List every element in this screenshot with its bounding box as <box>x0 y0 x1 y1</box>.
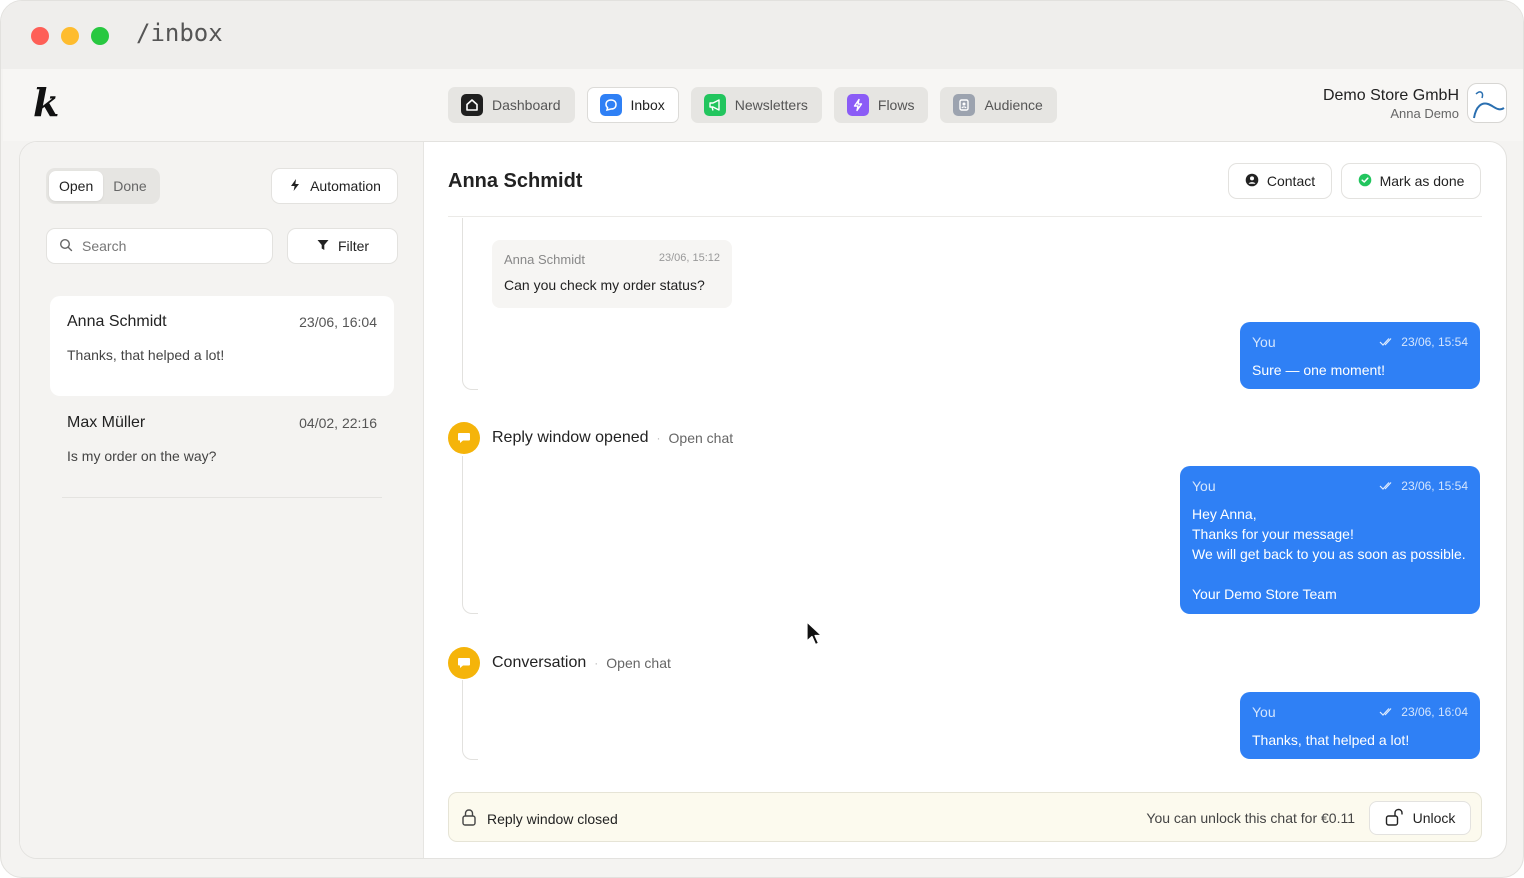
store-avatar[interactable] <box>1467 83 1507 123</box>
message-time: 23/06, 16:04 <box>1401 705 1468 719</box>
conversation-name: Anna Schmidt <box>67 313 167 330</box>
lightning-icon <box>846 94 869 116</box>
contacts-icon <box>953 94 976 116</box>
nav-newsletters-label: Newsletters <box>734 97 808 113</box>
app-window: /inbox k Dashboard Inbox Newsletters Flo… <box>0 0 1524 878</box>
event-reply-window-opened: Reply window opened · Open chat <box>448 422 733 454</box>
incoming-message: Anna Schmidt 23/06, 15:12 Can you check … <box>492 240 732 308</box>
double-check-icon <box>1379 482 1392 490</box>
nav-audience[interactable]: Audience <box>940 87 1057 123</box>
conversation-preview: Thanks, that helped a lot! <box>67 347 225 363</box>
message-text: Thanks, that helped a lot! <box>1252 732 1410 748</box>
nav-flows[interactable]: Flows <box>833 87 929 123</box>
conversation-item[interactable]: Max Müller 04/02, 22:16 Is my order on t… <box>50 397 394 497</box>
event-title: Reply window opened <box>492 429 649 446</box>
home-icon <box>461 94 483 116</box>
filter-button[interactable]: Filter <box>287 228 398 264</box>
tab-open[interactable]: Open <box>49 171 104 201</box>
user-icon <box>1245 173 1259 190</box>
event-title: Conversation <box>492 654 587 671</box>
automation-button[interactable]: Automation <box>271 168 398 204</box>
nav-inbox-label: Inbox <box>630 97 665 113</box>
message-time: 23/06, 15:54 <box>1401 335 1468 349</box>
chat-event-icon <box>448 422 480 454</box>
search-input[interactable]: Search <box>46 228 273 264</box>
reply-window-closed-label: Reply window closed <box>487 810 618 827</box>
message-text: Sure — one moment! <box>1252 362 1386 378</box>
conversation-date: 23/06, 16:04 <box>299 314 377 330</box>
message-sender: You <box>1192 478 1216 494</box>
maximize-window-button[interactable] <box>91 27 109 45</box>
store-name: Demo Store GmbH <box>1322 87 1459 104</box>
thread-connector <box>462 456 478 614</box>
title-bar: /inbox <box>1 1 1523 69</box>
chat-bubble-icon <box>599 94 622 116</box>
close-window-button[interactable] <box>31 27 49 45</box>
nav-dashboard-label: Dashboard <box>492 97 561 113</box>
nav-inbox[interactable]: Inbox <box>586 87 679 123</box>
open-chat-link[interactable]: Open chat <box>606 655 671 671</box>
check-circle-icon <box>1358 173 1372 190</box>
tab-done[interactable]: Done <box>103 171 156 201</box>
outgoing-message: You 23/06, 15:54 Hey Anna, Thanks for yo… <box>1180 466 1480 614</box>
conversation-date: 04/02, 22:16 <box>299 415 377 431</box>
message-sender: You <box>1252 334 1276 350</box>
divider <box>62 497 382 498</box>
nav-newsletters[interactable]: Newsletters <box>690 87 822 123</box>
open-chat-link[interactable]: Open chat <box>669 430 734 446</box>
store-info[interactable]: Demo Store GmbH Anna Demo <box>1323 87 1459 121</box>
conversation-preview: Is my order on the way? <box>67 448 217 464</box>
user-name: Anna Demo <box>1390 106 1459 121</box>
status-toggle: Open Done <box>46 168 160 204</box>
message-sender: You <box>1252 704 1276 720</box>
mouse-cursor-icon <box>806 621 823 646</box>
app-header: k Dashboard Inbox Newsletters Flows Audi… <box>3 69 1523 141</box>
logo[interactable]: k <box>33 83 67 123</box>
megaphone-icon <box>703 94 726 116</box>
contact-label: Contact <box>1266 173 1316 189</box>
double-check-icon <box>1379 708 1392 716</box>
contact-button[interactable]: Contact <box>1228 163 1332 199</box>
double-check-icon <box>1379 338 1392 346</box>
unlock-price-note: You can unlock this chat for €0.11 <box>1146 810 1355 826</box>
unlock-icon <box>1385 808 1405 829</box>
mark-as-done-button[interactable]: Mark as done <box>1341 163 1481 199</box>
message-time: 23/06, 15:54 <box>1401 479 1468 493</box>
header-divider <box>448 216 1482 217</box>
conversation-item[interactable]: Anna Schmidt 23/06, 16:04 Thanks, that h… <box>50 296 394 396</box>
outgoing-message: You 23/06, 15:54 Sure — one moment! <box>1240 322 1480 389</box>
filter-icon <box>316 238 330 255</box>
main-nav: Dashboard Inbox Newsletters Flows Audien… <box>448 87 1057 123</box>
unlock-button[interactable]: Unlock <box>1369 801 1471 835</box>
message-time: 23/06, 15:12 <box>658 252 720 264</box>
automation-label: Automation <box>310 178 381 194</box>
event-conversation: Conversation · Open chat <box>448 647 671 679</box>
thread-connector <box>462 680 478 760</box>
event-separator: · <box>656 431 661 445</box>
lock-icon <box>461 808 477 829</box>
nav-dashboard[interactable]: Dashboard <box>448 87 575 123</box>
unlock-label: Unlock <box>1412 810 1456 826</box>
filter-label: Filter <box>337 238 370 254</box>
message-text: Hey Anna, Thanks for your message! We wi… <box>1192 506 1466 602</box>
chat-event-icon <box>448 647 480 679</box>
chat-title: Anna Schmidt <box>448 170 583 192</box>
conversation-name: Max Müller <box>67 414 146 431</box>
nav-audience-label: Audience <box>984 97 1043 113</box>
thread-connector <box>462 218 478 390</box>
lightning-icon <box>288 178 302 195</box>
mark-as-done-label: Mark as done <box>1379 173 1465 189</box>
message-sender: Anna Schmidt <box>504 252 585 267</box>
url-path: /inbox <box>136 19 223 47</box>
conversation-sidebar: Open Done Automation Search Filter Anna … <box>20 142 424 858</box>
search-icon <box>59 238 73 255</box>
main-panel: Open Done Automation Search Filter Anna … <box>19 141 1507 859</box>
outgoing-message: You 23/06, 16:04 Thanks, that helped a l… <box>1240 692 1480 759</box>
search-placeholder: Search <box>82 238 127 254</box>
event-separator: · <box>594 656 599 670</box>
nav-flows-label: Flows <box>877 97 915 113</box>
message-text: Can you check my order status? <box>504 277 705 293</box>
minimize-window-button[interactable] <box>61 27 79 45</box>
reply-window-closed-bar: Reply window closed You can unlock this … <box>448 792 1482 842</box>
